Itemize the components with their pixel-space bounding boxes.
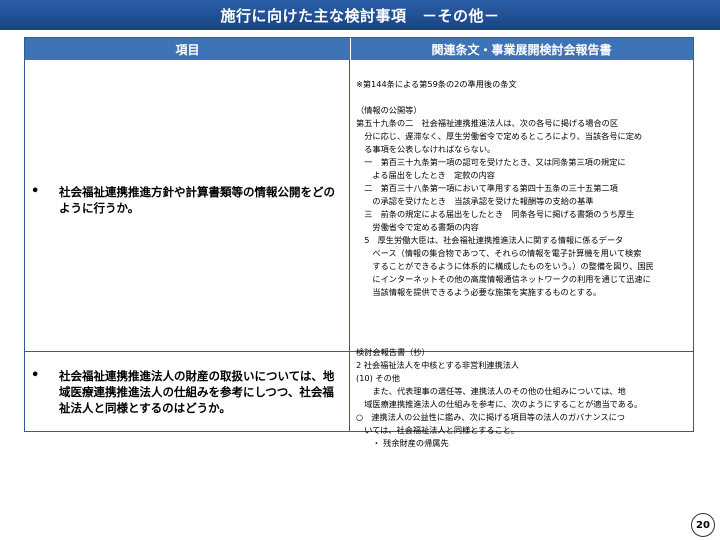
- reference-line: [356, 91, 694, 104]
- reference-line: (10) その他: [356, 373, 400, 383]
- reference-line: 域医療連携推進法人の仕組みを参考に、次のようにすることが適当である。: [356, 399, 643, 409]
- reference-text: ※第144条による第59条の2の準用後の条文 （情報の公開等） 第五十九条の二 社…: [356, 78, 694, 299]
- reference-line: よる届出をしたとき 定款の内容: [356, 170, 495, 180]
- bullet-icon: •: [31, 368, 40, 383]
- table-row: • 社会福祉連携推進法人の財産の取扱いについては、地域医療連携推進法人の仕組みを…: [25, 347, 693, 448]
- header-reference: 関連条文・事業展開検討会報告書: [431, 42, 612, 57]
- reference-line: 二 第百三十八条第一項において準用する第四十五条の三十五第二項: [356, 183, 618, 193]
- reference-text: 検討会報告書（抄） 2 社会福祉法人を中核とする非営利連携法人 (10) その他 ま…: [356, 346, 694, 450]
- table-header: 項目 関連条文・事業展開検討会報告書: [25, 38, 693, 60]
- reference-line: また、代表理事の選任等、連携法人のその他の仕組みについては、地: [356, 386, 626, 396]
- reference-line: ・ 残余財産の帰属先: [356, 438, 449, 448]
- reference-line: することができるように体系的に構成したものをいう。）の整備を図り、国民: [356, 261, 654, 271]
- reference-line: 5 厚生労働大臣は、社会福祉連携推進法人に関する情報に係るデータ: [356, 235, 624, 245]
- reference-line: 三 前条の規定による届出をしたとき 同条各号に掲げる書類のうち厚生: [356, 209, 635, 219]
- bullet-icon: •: [31, 184, 40, 199]
- reference-line: 2 社会福祉法人を中核とする非営利連携法人: [356, 360, 520, 370]
- reference-line: （情報の公開等）: [356, 105, 422, 115]
- table-row: • 社会福祉連携推進方針や計算書類等の情報公開をどのように行うか。 ※第144条…: [25, 60, 693, 352]
- item-cell: • 社会福祉連携推進法人の財産の取扱いについては、地域医療連携推進法人の仕組みを…: [25, 352, 350, 431]
- reference-line: 労働省令で定める書類の内容: [356, 222, 479, 232]
- reference-line: 第五十九条の二 社会福祉連携推進法人は、次の各号に掲げる場合の区: [356, 118, 619, 128]
- item-text: 社会福祉連携推進方針や計算書類等の情報公開をどのように行うか。: [59, 185, 335, 215]
- reference-cell: ※第144条による第59条の2の準用後の条文 （情報の公開等） 第五十九条の二 社…: [350, 60, 693, 351]
- reference-line: 分に応じ、遅滞なく、厚生労働省令で定めるところにより、当該各号に定め: [356, 131, 643, 141]
- reference-line: る事項を公表しなければならない。: [356, 144, 496, 154]
- reference-line: にインターネットその他の高度情報通信ネットワークの利用を通じて迅速に: [356, 274, 651, 284]
- reference-line: ※第144条による第59条の2の準用後の条文: [356, 79, 517, 89]
- reference-line: ○ 連携法人の公益性に鑑み、次に掲げる項目等の法人のガバナンスにつ: [356, 412, 625, 422]
- reference-line: 一 第百三十九条第一項の認可を受けたとき、又は同条第三項の規定に: [356, 157, 626, 167]
- reference-line: いては、社会福祉法人と同様とすること。: [356, 425, 520, 435]
- reference-line: の承認を受けたとき 当該承認を受けた報酬等の支給の基準: [356, 196, 594, 206]
- reference-cell: 検討会報告書（抄） 2 社会福祉法人を中核とする非営利連携法人 (10) その他 ま…: [350, 347, 693, 448]
- item-text: 社会福祉連携推進法人の財産の取扱いについては、地域医療連携推進法人の仕組みを参考…: [59, 369, 335, 415]
- slide-title: 施行に向けた主な検討事項 －その他－: [0, 0, 720, 30]
- item-cell: • 社会福祉連携推進方針や計算書類等の情報公開をどのように行うか。: [25, 60, 350, 351]
- page-number: 20: [691, 513, 715, 537]
- considerations-table: 項目 関連条文・事業展開検討会報告書 • 社会福祉連携推進方針や計算書類等の情報…: [24, 37, 694, 448]
- reference-line: ベース（情報の集合物であつて、それらの情報を電子計算機を用いて検索: [356, 248, 642, 258]
- header-item: 項目: [25, 38, 351, 60]
- reference-line: 当該情報を提供できるよう必要な施策を実施するものとする。: [356, 287, 602, 297]
- reference-line: 検討会報告書（抄）: [356, 347, 430, 357]
